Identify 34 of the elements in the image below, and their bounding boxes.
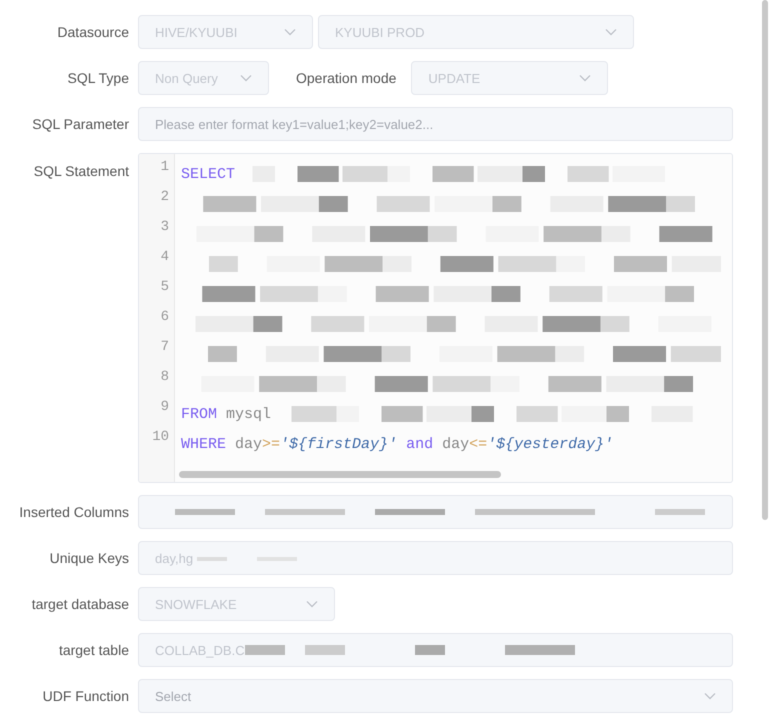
select-field[interactable]: Select — [138, 679, 733, 713]
line-number: 7 — [160, 339, 170, 357]
field-label: SQL Parameter — [31, 116, 129, 132]
code-editor[interactable]: 1 2 3 4 5 6 7 8 9 10 SELECT FROM mysql WHERE day>='${firstDay}' and day<='${yesterday}' — [138, 153, 733, 483]
field-label: target table — [58, 642, 129, 658]
code-line: WHERE day>='${firstDay}' and day<='${yesterday}' — [181, 436, 614, 452]
line-number: 10 — [151, 429, 170, 447]
code-line: SELECT — [181, 166, 236, 182]
input-field[interactable] — [138, 495, 733, 529]
scrollbar[interactable] — [762, 0, 768, 520]
chevron-down-icon — [605, 28, 617, 36]
line-number: 6 — [160, 309, 170, 327]
line-number: 2 — [160, 189, 170, 207]
line-number: 1 — [160, 159, 170, 177]
chevron-down-icon — [240, 74, 252, 82]
line-number: 9 — [160, 399, 170, 417]
chevron-down-icon — [704, 692, 716, 700]
chevron-down-icon — [284, 28, 296, 36]
field-label: UDF Function — [42, 688, 129, 704]
field-label: Operation mode — [296, 70, 396, 86]
line-number: 5 — [160, 279, 170, 297]
field-label: Unique Keys — [48, 550, 129, 566]
field-label: SQL Type — [66, 70, 129, 86]
line-number: 8 — [160, 369, 170, 387]
code-line: FROM mysql — [181, 406, 272, 422]
chevron-down-icon — [306, 600, 318, 608]
line-number: 3 — [160, 219, 170, 237]
field-label: target database — [30, 596, 129, 612]
chevron-down-icon — [579, 74, 592, 82]
field-label: Datasource — [56, 24, 129, 40]
field-label: SQL Statement — [32, 162, 129, 179]
field-label: Inserted Columns — [18, 504, 129, 520]
line-number: 4 — [160, 249, 170, 267]
scrollbar[interactable] — [179, 471, 501, 478]
